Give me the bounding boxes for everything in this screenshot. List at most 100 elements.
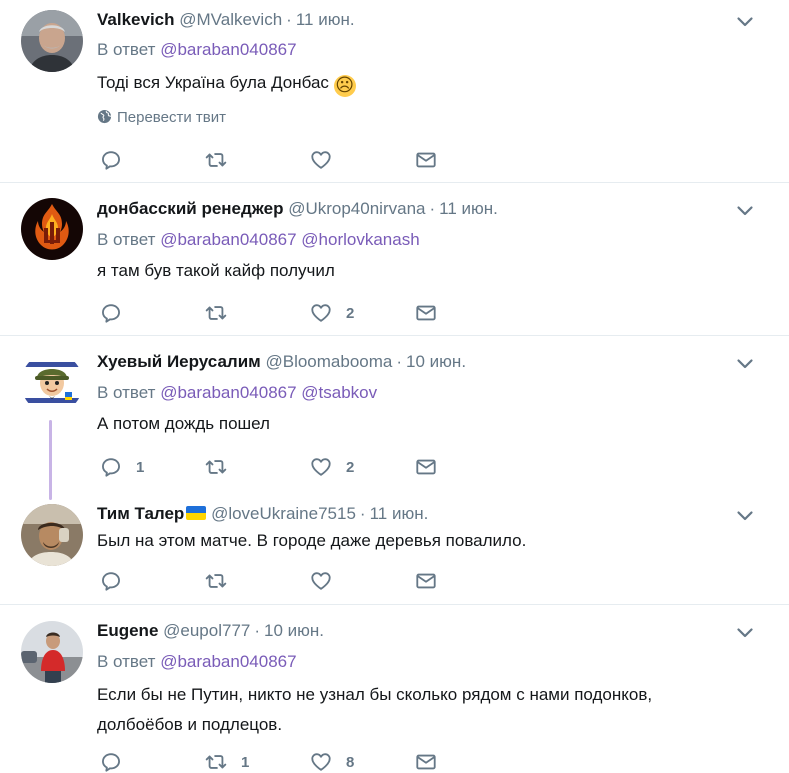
tweet-time[interactable]: 10 июн.	[264, 621, 324, 640]
separator-dot: ·	[254, 621, 261, 640]
retweet-icon	[205, 751, 227, 773]
chevron-down-icon[interactable]	[735, 354, 755, 374]
user-handle[interactable]: @Bloomabooma	[265, 352, 392, 371]
tweet-time[interactable]: 11 июн.	[370, 504, 429, 523]
retweet-button[interactable]: 1	[205, 749, 249, 773]
tweet-actions	[100, 568, 500, 594]
tweet-header: Valkevich @MValkevich · 11 июн.	[97, 8, 355, 32]
reply-button[interactable]	[100, 147, 122, 173]
tweet-item[interactable]: Тим Талер @loveUkraine7515 · 11 июн. Был н…	[0, 488, 789, 604]
tweet-item[interactable]: донбасский ренеджер @Ukrop40nirvana · 11 и…	[0, 183, 789, 335]
reply-count: 1	[136, 458, 145, 476]
tweet-header: Тим Талер @loveUkraine7515 · 11 июн.	[97, 502, 428, 526]
tweet-header: Eugene @eupol777 · 10 июн.	[97, 619, 324, 643]
separator-dot: ·	[429, 199, 436, 218]
retweet-count: 1	[241, 753, 250, 771]
translate-label[interactable]: Перевести твит	[117, 109, 226, 126]
dm-button[interactable]	[415, 749, 437, 773]
separator-dot: ·	[359, 504, 366, 523]
reply-button[interactable]	[100, 568, 122, 594]
chevron-down-icon[interactable]	[735, 623, 755, 643]
retweet-icon	[205, 456, 227, 478]
reply-context: В ответ @baraban040867	[97, 38, 297, 62]
tweet-item[interactable]: Eugene @eupol777 · 10 июн. В ответ @baraba…	[0, 605, 789, 773]
avatar[interactable]	[21, 504, 83, 566]
retweet-button[interactable]	[205, 300, 227, 326]
tweet-text: Тоді вся Україна була Донбас ☹	[97, 68, 737, 98]
reply-context: В ответ @baraban040867 @tsabkov	[97, 381, 377, 405]
user-handle[interactable]: @MValkevich	[179, 10, 282, 29]
tweet-item[interactable]: Valkevich @MValkevich · 11 июн. В ответ @b…	[0, 0, 789, 182]
separator-dot: ·	[396, 352, 403, 371]
display-name[interactable]: Eugene	[97, 621, 158, 640]
translate-link[interactable]: Перевести твит	[97, 108, 226, 128]
retweet-button[interactable]	[205, 568, 227, 594]
avatar[interactable]	[21, 352, 83, 414]
like-button[interactable]: 2	[310, 300, 354, 326]
reply-icon	[100, 751, 122, 773]
like-count: 2	[346, 304, 355, 322]
reply-prefix: В ответ	[97, 383, 156, 402]
heart-icon	[310, 302, 332, 324]
tweet-actions	[100, 147, 500, 173]
like-count: 2	[346, 458, 355, 476]
separator-dot: ·	[286, 10, 292, 29]
tweet-text: я там був такой кайф получил	[97, 261, 335, 280]
envelope-icon	[415, 149, 437, 171]
reply-button[interactable]	[100, 300, 122, 326]
retweet-icon	[205, 149, 227, 171]
retweet-button[interactable]	[205, 147, 227, 173]
mention-link[interactable]: @baraban040867 @horlovkanash	[160, 230, 419, 249]
heart-icon	[310, 570, 332, 592]
tweet-text: А потом дождь пошел	[97, 414, 270, 433]
tweet-actions: 1 8	[100, 749, 500, 773]
mention-link[interactable]: @baraban040867 @tsabkov	[160, 383, 377, 402]
like-button[interactable]: 8	[310, 749, 354, 773]
display-name[interactable]: Valkevich	[97, 10, 175, 29]
tweet-actions: 2	[100, 300, 500, 326]
tweet-text: Если бы не Путин, никто не узнал бы скол…	[97, 680, 737, 740]
avatar[interactable]	[21, 10, 83, 72]
reply-context: В ответ @baraban040867 @horlovkanash	[97, 228, 420, 252]
chevron-down-icon[interactable]	[735, 506, 755, 526]
retweet-button[interactable]	[205, 454, 227, 480]
globe-icon	[97, 109, 112, 124]
reply-icon	[100, 302, 122, 324]
dm-button[interactable]	[415, 300, 437, 326]
reply-button[interactable]	[100, 749, 122, 773]
tweet-time[interactable]: 11 июн.	[439, 199, 498, 218]
display-name[interactable]: Хуевый Иерусалим	[97, 352, 261, 371]
reply-prefix: В ответ	[97, 40, 156, 59]
heart-icon	[310, 456, 332, 478]
retweet-icon	[205, 570, 227, 592]
envelope-icon	[415, 456, 437, 478]
reply-button[interactable]: 1	[100, 454, 144, 480]
reply-icon	[100, 570, 122, 592]
chevron-down-icon[interactable]	[735, 12, 755, 32]
tweet-time[interactable]: 10 июн.	[406, 352, 466, 371]
dm-button[interactable]	[415, 147, 437, 173]
dm-button[interactable]	[415, 454, 437, 480]
user-handle[interactable]: @eupol777	[163, 621, 250, 640]
chevron-down-icon[interactable]	[735, 201, 755, 221]
like-button[interactable]: 2	[310, 454, 354, 480]
dm-button[interactable]	[415, 568, 437, 594]
display-name[interactable]: донбасский ренеджер	[97, 199, 283, 218]
retweet-icon	[205, 302, 227, 324]
display-name[interactable]: Тим Талер	[97, 504, 184, 523]
like-button[interactable]	[310, 568, 332, 594]
user-handle[interactable]: @loveUkraine7515	[211, 504, 356, 523]
tweet-item[interactable]: Хуевый Иерусалим @Bloomabooma · 10 июн. В …	[0, 336, 789, 488]
avatar[interactable]	[21, 198, 83, 260]
reply-prefix: В ответ	[97, 652, 156, 671]
mention-link[interactable]: @baraban040867	[160, 40, 296, 59]
ukraine-flag-icon	[186, 506, 207, 520]
tweet-time[interactable]: 11 июн.	[296, 10, 355, 29]
like-button[interactable]	[310, 147, 332, 173]
avatar[interactable]	[21, 621, 83, 683]
user-handle[interactable]: @Ukrop40nirvana	[288, 199, 425, 218]
mention-link[interactable]: @baraban040867	[160, 652, 296, 671]
reply-prefix: В ответ	[97, 230, 156, 249]
tweet-text-line: долбоёбов и подлецов.	[97, 715, 283, 734]
reply-context: В ответ @baraban040867	[97, 650, 297, 674]
